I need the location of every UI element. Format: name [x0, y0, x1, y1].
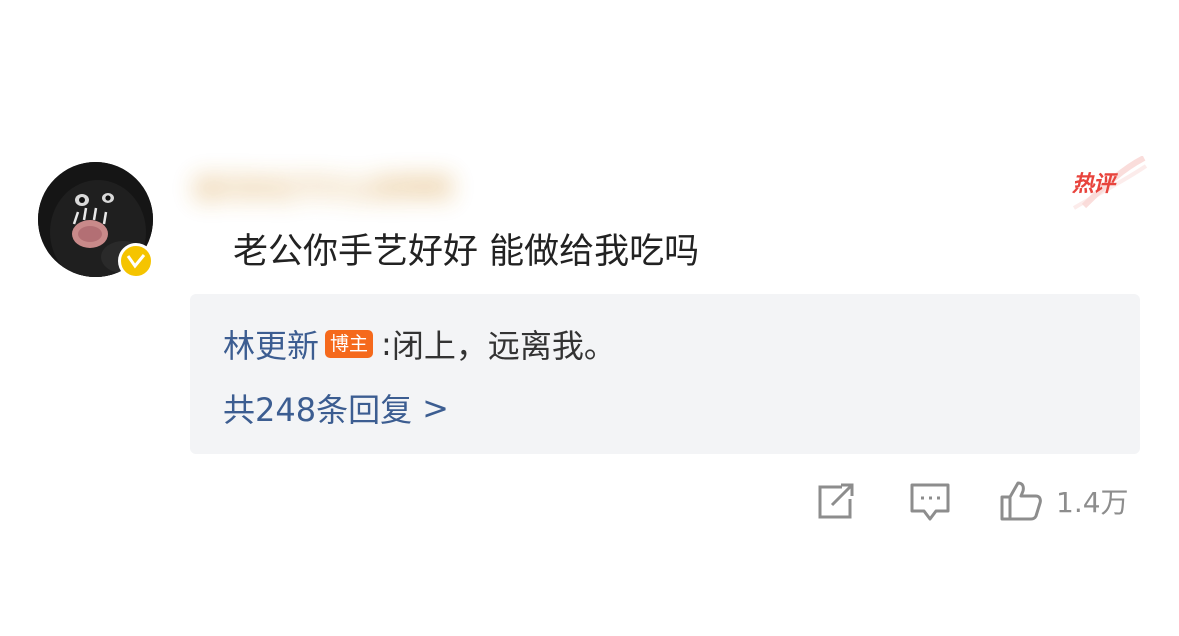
reply-text: 闭上，远离我。 [391, 327, 616, 365]
reply-author-name[interactable]: 林更新 [223, 321, 319, 367]
blogger-badge: 博主 [325, 330, 374, 358]
comment-button[interactable] [906, 476, 954, 526]
share-button[interactable] [814, 476, 858, 526]
v-mark-icon [126, 254, 146, 269]
chevron-right-icon: > [422, 389, 449, 427]
thumbs-up-icon [1000, 481, 1042, 521]
comment-text: 老公你手艺好好 能做给我吃吗 [233, 232, 700, 272]
reply-count-label: 共248条回复 [223, 391, 413, 429]
username[interactable]: 请问你在干什么呢啊啊 [192, 160, 602, 220]
hot-comment-tag: 热评 [1072, 172, 1115, 197]
like-count: 1.4万 [1056, 486, 1129, 519]
watermark [918, 593, 1174, 627]
top-reply: 林更新 博主 : 闭上，远离我。 [223, 320, 616, 368]
verified-badge-icon [118, 243, 154, 279]
view-all-replies-link[interactable]: 共248条回复 > [223, 384, 449, 432]
comment-card: 请问你在干什么呢啊啊 热评 老公你手艺好好 能做给我吃吗 林更新 博主 : 闭上… [0, 0, 1179, 636]
reply-colon: : [381, 325, 392, 363]
comment-icon [910, 483, 950, 521]
like-button[interactable]: 1.4万 [998, 476, 1129, 526]
share-icon [818, 483, 854, 519]
